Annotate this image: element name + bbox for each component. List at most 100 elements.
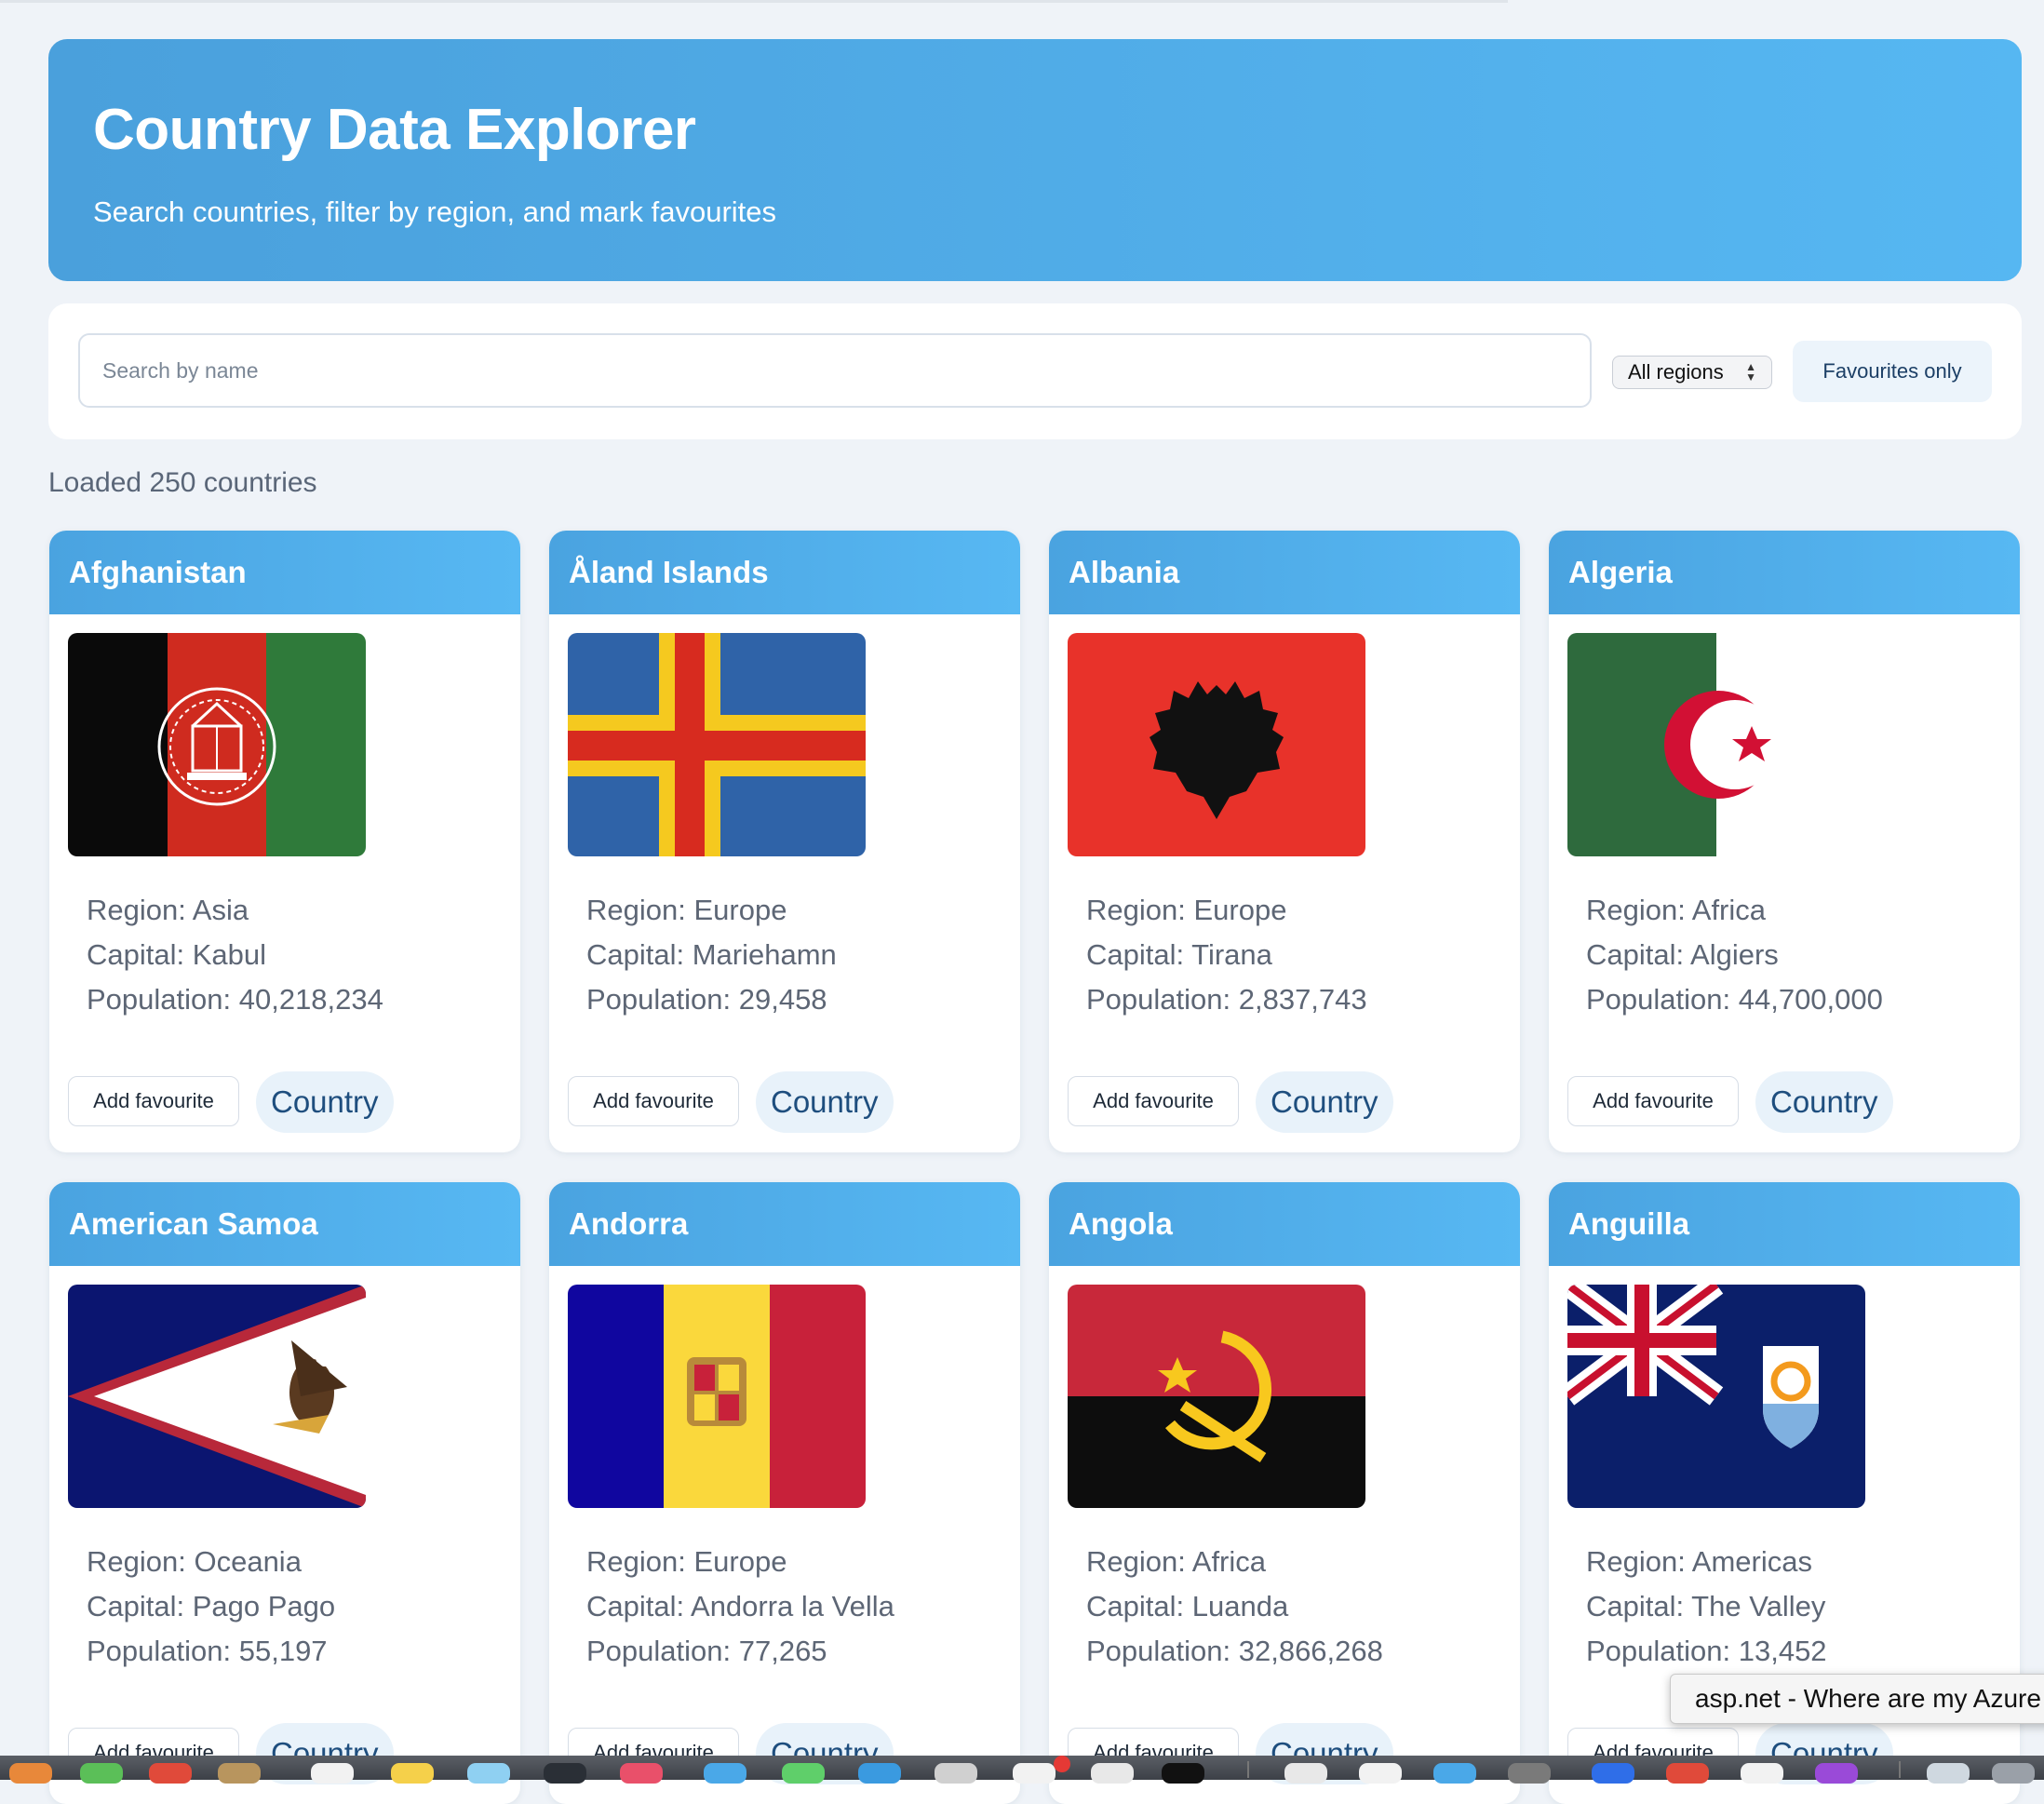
country-capital: Capital: Kabul <box>87 938 267 971</box>
angola-flag-icon <box>1068 1285 1365 1508</box>
country-tag: Country <box>1256 1071 1393 1133</box>
country-population: Population: 13,452 <box>1586 1635 1827 1667</box>
country-capital: Capital: Tirana <box>1086 938 1272 971</box>
window-tooltip: asp.net - Where are my Azure <box>1670 1674 2044 1724</box>
country-capital: Capital: Luanda <box>1086 1590 1289 1622</box>
country-population: Population: 40,218,234 <box>87 983 383 1016</box>
favourites-only-toggle[interactable]: Favourites only <box>1793 341 1992 402</box>
console-icon[interactable] <box>1162 1763 1204 1784</box>
page-title: Country Data Explorer <box>93 98 696 162</box>
mail-icon[interactable] <box>467 1763 510 1784</box>
card-header: American Samoa <box>49 1182 520 1266</box>
stickies-icon[interactable] <box>391 1763 434 1784</box>
podcasts-icon[interactable] <box>1815 1763 1858 1784</box>
photos-icon[interactable] <box>1013 1763 1056 1784</box>
country-region: Region: Africa <box>1086 1545 1267 1578</box>
country-population: Population: 55,197 <box>87 1635 328 1667</box>
page-header: Country Data Explorer Search countries, … <box>48 39 2022 281</box>
add-favourite-button[interactable]: Add favourite <box>1567 1076 1739 1126</box>
downloads-folder-icon[interactable] <box>1927 1763 1970 1784</box>
country-capital: Capital: Mariehamn <box>586 938 837 971</box>
country-capital: Capital: Algiers <box>1586 938 1779 971</box>
system-settings-icon[interactable] <box>1508 1763 1551 1784</box>
select-arrows-icon: ▲ ▼ <box>1745 360 1756 384</box>
country-name: Andorra <box>569 1206 689 1241</box>
card-header: Anguilla <box>1549 1182 2020 1266</box>
country-card: Afghanistan Region: Asia Capital: Kabul … <box>49 531 520 1152</box>
safari-icon[interactable] <box>858 1763 901 1784</box>
country-population: Population: 2,837,743 <box>1086 983 1367 1016</box>
country-name: American Samoa <box>69 1206 318 1241</box>
textedit-icon[interactable] <box>1359 1763 1402 1784</box>
card-header: Algeria <box>1549 531 2020 614</box>
american-samoa-flag-icon <box>68 1285 366 1508</box>
terminal-icon[interactable] <box>544 1763 586 1784</box>
search-input[interactable] <box>78 333 1592 408</box>
dock-separator <box>1247 1761 1249 1778</box>
country-population: Population: 29,458 <box>586 983 827 1016</box>
card-header: Andorra <box>549 1182 1020 1266</box>
albania-flag-icon <box>1068 633 1365 856</box>
country-capital: Capital: Andorra la Vella <box>586 1590 894 1622</box>
country-card: Albania Region: Europe Capital: Tirana P… <box>1049 531 1520 1152</box>
slack-icon[interactable] <box>1091 1763 1134 1784</box>
country-card: American Samoa Region: Oceania Capital: … <box>49 1182 520 1804</box>
country-card: Angola Region: Africa Capital: Luanda Po… <box>1049 1182 1520 1804</box>
reminders-icon[interactable] <box>311 1763 354 1784</box>
trash-icon[interactable] <box>1992 1763 2035 1784</box>
facetime-icon[interactable] <box>782 1763 825 1784</box>
zoom-icon[interactable] <box>1592 1763 1634 1784</box>
preview-icon[interactable] <box>1284 1763 1327 1784</box>
messages-icon[interactable] <box>80 1763 123 1784</box>
country-region: Region: Europe <box>586 894 787 926</box>
card-header: Afghanistan <box>49 531 520 614</box>
country-region: Region: Asia <box>87 894 249 926</box>
country-region: Region: Americas <box>1586 1545 1812 1578</box>
card-header: Åland Islands <box>549 531 1020 614</box>
browser-top-border <box>0 0 1508 3</box>
add-favourite-button[interactable]: Add favourite <box>1068 1076 1239 1126</box>
macos-dock <box>0 1756 2044 1784</box>
country-card: Åland Islands Region: Europe Capital: Ma… <box>549 531 1020 1152</box>
country-name: Åland Islands <box>569 555 769 589</box>
notification-badge-icon <box>1054 1756 1070 1772</box>
country-card: Andorra Region: Europe Capital: Andorra … <box>549 1182 1020 1804</box>
country-capital: Capital: Pago Pago <box>87 1590 336 1622</box>
page-subtitle: Search countries, filter by region, and … <box>93 195 777 228</box>
chrome-icon[interactable] <box>935 1763 977 1784</box>
andorra-flag-icon <box>568 1285 866 1508</box>
add-favourite-button[interactable]: Add favourite <box>568 1076 739 1126</box>
country-name: Angola <box>1069 1206 1173 1241</box>
music-icon[interactable] <box>620 1763 663 1784</box>
country-tag: Country <box>256 1071 394 1133</box>
youtube-icon[interactable] <box>1666 1763 1709 1784</box>
country-region: Region: Europe <box>586 1545 787 1578</box>
afghanistan-flag-icon <box>68 633 366 856</box>
region-select-value: All regions <box>1628 360 1724 384</box>
vscode-icon[interactable] <box>1433 1763 1476 1784</box>
country-tag: Country <box>756 1071 894 1133</box>
country-population: Population: 44,700,000 <box>1586 983 1883 1016</box>
calendar-icon[interactable] <box>149 1763 192 1784</box>
add-favourite-button[interactable]: Add favourite <box>68 1076 239 1126</box>
app-store-icon[interactable] <box>704 1763 746 1784</box>
anguilla-flag-icon <box>1567 1285 1865 1508</box>
teams-icon[interactable] <box>1741 1763 1783 1784</box>
country-population: Population: 32,866,268 <box>1086 1635 1383 1667</box>
loaded-count-status: Loaded 250 countries <box>48 467 317 498</box>
card-header: Angola <box>1049 1182 1520 1266</box>
algeria-flag-icon <box>1567 633 1865 856</box>
finder-icon[interactable] <box>9 1763 52 1784</box>
notes-icon[interactable] <box>218 1763 261 1784</box>
country-region: Region: Europe <box>1086 894 1287 926</box>
filter-toolbar: All regions ▲▼ Favourites only <box>48 303 2022 439</box>
country-population: Population: 77,265 <box>586 1635 827 1667</box>
country-tag: Country <box>1755 1071 1893 1133</box>
country-name: Albania <box>1069 555 1180 589</box>
dock-separator <box>1899 1761 1901 1778</box>
aland-islands-flag-icon <box>568 633 866 856</box>
country-name: Afghanistan <box>69 555 247 589</box>
country-name: Anguilla <box>1568 1206 1690 1241</box>
card-header: Albania <box>1049 531 1520 614</box>
region-select[interactable]: All regions ▲ ▼ <box>1612 356 1772 389</box>
